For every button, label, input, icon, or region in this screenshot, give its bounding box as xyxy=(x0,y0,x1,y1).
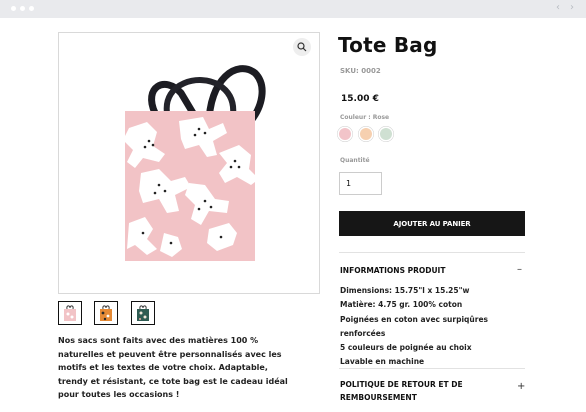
info-line: Dimensions: 15.75"l x 15.25"w xyxy=(340,286,470,295)
divider xyxy=(339,252,525,253)
return-policy-heading[interactable]: POLITIQUE DE RETOUR ET DE REMBOURSEMENT xyxy=(340,378,463,404)
return-policy-line1: POLITIQUE DE RETOUR ET DE xyxy=(340,380,463,389)
browser-toolbar: ‹ › xyxy=(0,0,586,18)
thumbnail-pink[interactable] xyxy=(58,301,82,325)
divider xyxy=(339,368,525,369)
info-line: Matière: 4.75 gr. 100% coton xyxy=(340,300,463,310)
plus-icon[interactable]: + xyxy=(517,382,525,392)
product-price: 15.00 € xyxy=(341,94,379,104)
add-to-cart-label: AJOUTER AU PANIER xyxy=(393,219,471,228)
chevron-left-icon[interactable]: ‹ xyxy=(556,2,560,14)
add-to-cart-button[interactable]: AJOUTER AU PANIER xyxy=(339,211,525,236)
quantity-label: Quantité xyxy=(340,157,370,164)
product-sku: SKU: 0002 xyxy=(340,67,381,75)
color-swatch-rose[interactable] xyxy=(339,128,351,140)
orange-tote-thumbnail-icon xyxy=(100,305,112,321)
product-description: Nos sacs sont faits avec des matières 10… xyxy=(58,336,288,400)
color-swatch-peach[interactable] xyxy=(360,128,372,140)
return-policy-line2: REMBOURSEMENT xyxy=(340,393,417,402)
minus-icon[interactable]: – xyxy=(517,265,522,275)
window-dot xyxy=(11,6,16,11)
color-swatch-mint[interactable] xyxy=(380,128,392,140)
magnifier-icon xyxy=(297,42,307,52)
pink-tote-thumbnail-icon xyxy=(64,305,76,321)
teal-tote-thumbnail-icon xyxy=(137,305,149,321)
product-info-heading[interactable]: INFORMATIONS PRODUIT xyxy=(340,264,445,277)
product-title: Tote Bag xyxy=(338,33,438,57)
product-main-image[interactable] xyxy=(58,32,320,294)
thumbnail-teal[interactable] xyxy=(131,301,155,325)
product-info-list: Dimensions: 15.75"l x 15.25"w Matière: 4… xyxy=(340,284,530,370)
window-dot xyxy=(20,6,25,11)
quantity-input[interactable]: 1 xyxy=(339,172,382,195)
color-label: Couleur : Rose xyxy=(340,114,390,121)
chevron-right-icon[interactable]: › xyxy=(570,2,574,14)
thumbnail-orange[interactable] xyxy=(94,301,118,325)
info-line: 5 couleurs de poignée au choix xyxy=(340,343,472,353)
tote-bag-image xyxy=(125,65,266,261)
zoom-button[interactable] xyxy=(293,38,311,56)
window-dot xyxy=(29,6,34,11)
info-line: Poignées en coton avec surpiqûres renfor… xyxy=(340,314,488,338)
